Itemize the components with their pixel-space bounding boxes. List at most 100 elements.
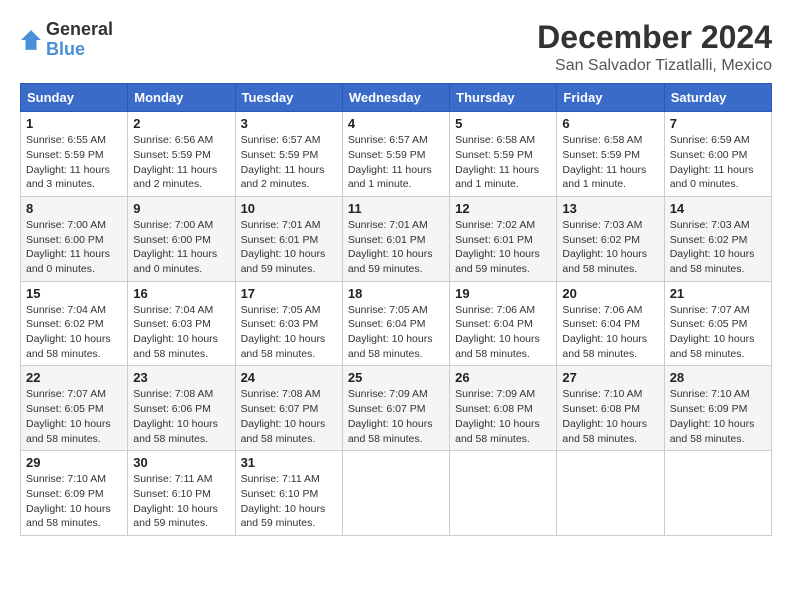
calendar-cell: 1 Sunrise: 6:55 AM Sunset: 5:59 PM Daylig…: [21, 112, 128, 197]
calendar-cell: 7 Sunrise: 6:59 AM Sunset: 6:00 PM Daylig…: [664, 112, 771, 197]
calendar-cell: 6 Sunrise: 6:58 AM Sunset: 5:59 PM Daylig…: [557, 112, 664, 197]
col-monday: Monday: [128, 84, 235, 112]
calendar-week-row: 22Sunrise: 7:07 AM Sunset: 6:05 PM Dayli…: [21, 366, 772, 451]
calendar-cell: 19Sunrise: 7:06 AM Sunset: 6:04 PM Dayli…: [450, 281, 557, 366]
day-number: 19: [455, 286, 551, 301]
day-number: 6: [562, 116, 658, 131]
day-number: 29: [26, 455, 122, 470]
calendar-cell: 23Sunrise: 7:08 AM Sunset: 6:06 PM Dayli…: [128, 366, 235, 451]
calendar-cell: 20Sunrise: 7:06 AM Sunset: 6:04 PM Dayli…: [557, 281, 664, 366]
day-number: 17: [241, 286, 337, 301]
calendar-week-row: 15 Sunrise: 7:04 AM Sunset: 6:02 PM Dayli…: [21, 281, 772, 366]
day-info: Sunrise: 6:59 AM Sunset: 6:00 PM Dayligh…: [670, 133, 766, 192]
day-number: 11: [348, 201, 444, 216]
calendar-cell: 17 Sunrise: 7:05 AM Sunset: 6:03 PM Dayli…: [235, 281, 342, 366]
day-info: Sunrise: 7:04 AM Sunset: 6:03 PM Dayligh…: [133, 303, 229, 362]
day-info: Sunrise: 7:01 AM Sunset: 6:01 PM Dayligh…: [241, 218, 337, 277]
day-number: 24: [241, 370, 337, 385]
calendar-cell: 29 Sunrise: 7:10 AM Sunset: 6:09 PM Dayli…: [21, 451, 128, 536]
day-number: 18: [348, 286, 444, 301]
day-number: 9: [133, 201, 229, 216]
day-info: Sunrise: 6:58 AM Sunset: 5:59 PM Dayligh…: [562, 133, 658, 192]
calendar-cell: 28 Sunrise: 7:10 AM Sunset: 6:09 PM Dayli…: [664, 366, 771, 451]
calendar-cell: 18 Sunrise: 7:05 AM Sunset: 6:04 PM Dayli…: [342, 281, 449, 366]
day-info: Sunrise: 7:11 AM Sunset: 6:10 PM Dayligh…: [241, 472, 337, 531]
day-number: 27: [562, 370, 658, 385]
col-thursday: Thursday: [450, 84, 557, 112]
day-info: Sunrise: 7:10 AM Sunset: 6:09 PM Dayligh…: [670, 387, 766, 446]
day-info: Sunrise: 7:02 AM Sunset: 6:01 PM Dayligh…: [455, 218, 551, 277]
day-number: 26: [455, 370, 551, 385]
calendar-cell: [557, 451, 664, 536]
calendar-cell: 15 Sunrise: 7:04 AM Sunset: 6:02 PM Dayli…: [21, 281, 128, 366]
col-sunday: Sunday: [21, 84, 128, 112]
calendar-week-row: 29 Sunrise: 7:10 AM Sunset: 6:09 PM Dayli…: [21, 451, 772, 536]
day-number: 23: [133, 370, 229, 385]
calendar-cell: 14 Sunrise: 7:03 AM Sunset: 6:02 PM Dayli…: [664, 196, 771, 281]
day-number: 14: [670, 201, 766, 216]
calendar-cell: 10 Sunrise: 7:01 AM Sunset: 6:01 PM Dayli…: [235, 196, 342, 281]
day-number: 31: [241, 455, 337, 470]
day-number: 15: [26, 286, 122, 301]
logo-icon: [20, 29, 42, 51]
calendar-week-row: 8 Sunrise: 7:00 AM Sunset: 6:00 PM Daylig…: [21, 196, 772, 281]
day-number: 8: [26, 201, 122, 216]
day-number: 4: [348, 116, 444, 131]
calendar-table: Sunday Monday Tuesday Wednesday Thursday…: [20, 83, 772, 536]
day-info: Sunrise: 6:57 AM Sunset: 5:59 PM Dayligh…: [241, 133, 337, 192]
day-info: Sunrise: 7:01 AM Sunset: 6:01 PM Dayligh…: [348, 218, 444, 277]
day-info: Sunrise: 7:00 AM Sunset: 6:00 PM Dayligh…: [26, 218, 122, 277]
logo-blue: Blue: [46, 40, 113, 60]
calendar-cell: 26 Sunrise: 7:09 AM Sunset: 6:08 PM Dayli…: [450, 366, 557, 451]
day-info: Sunrise: 7:08 AM Sunset: 6:07 PM Dayligh…: [241, 387, 337, 446]
calendar-week-row: 1 Sunrise: 6:55 AM Sunset: 5:59 PM Daylig…: [21, 112, 772, 197]
day-number: 1: [26, 116, 122, 131]
day-info: Sunrise: 6:58 AM Sunset: 5:59 PM Dayligh…: [455, 133, 551, 192]
calendar-cell: [450, 451, 557, 536]
calendar-cell: [664, 451, 771, 536]
location-title: San Salvador Tizatlalli, Mexico: [537, 57, 772, 75]
calendar-cell: 31 Sunrise: 7:11 AM Sunset: 6:10 PM Dayli…: [235, 451, 342, 536]
day-info: Sunrise: 7:07 AM Sunset: 6:05 PM Dayligh…: [670, 303, 766, 362]
day-info: Sunrise: 7:04 AM Sunset: 6:02 PM Dayligh…: [26, 303, 122, 362]
day-info: Sunrise: 7:00 AM Sunset: 6:00 PM Dayligh…: [133, 218, 229, 277]
calendar-cell: 12 Sunrise: 7:02 AM Sunset: 6:01 PM Dayli…: [450, 196, 557, 281]
day-info: Sunrise: 7:10 AM Sunset: 6:09 PM Dayligh…: [26, 472, 122, 531]
day-number: 25: [348, 370, 444, 385]
calendar-cell: 24 Sunrise: 7:08 AM Sunset: 6:07 PM Dayli…: [235, 366, 342, 451]
day-info: Sunrise: 7:09 AM Sunset: 6:08 PM Dayligh…: [455, 387, 551, 446]
col-tuesday: Tuesday: [235, 84, 342, 112]
day-info: Sunrise: 6:55 AM Sunset: 5:59 PM Dayligh…: [26, 133, 122, 192]
day-info: Sunrise: 7:05 AM Sunset: 6:03 PM Dayligh…: [241, 303, 337, 362]
day-number: 7: [670, 116, 766, 131]
calendar-cell: 4Sunrise: 6:57 AM Sunset: 5:59 PM Daylig…: [342, 112, 449, 197]
calendar-cell: 8 Sunrise: 7:00 AM Sunset: 6:00 PM Daylig…: [21, 196, 128, 281]
logo: General Blue: [20, 20, 113, 60]
title-area: December 2024 San Salvador Tizatlalli, M…: [537, 20, 772, 75]
day-number: 10: [241, 201, 337, 216]
day-number: 28: [670, 370, 766, 385]
day-info: Sunrise: 7:10 AM Sunset: 6:08 PM Dayligh…: [562, 387, 658, 446]
calendar-cell: [342, 451, 449, 536]
day-info: Sunrise: 7:05 AM Sunset: 6:04 PM Dayligh…: [348, 303, 444, 362]
day-number: 3: [241, 116, 337, 131]
day-info: Sunrise: 7:03 AM Sunset: 6:02 PM Dayligh…: [670, 218, 766, 277]
day-number: 16: [133, 286, 229, 301]
day-info: Sunrise: 7:07 AM Sunset: 6:05 PM Dayligh…: [26, 387, 122, 446]
day-number: 5: [455, 116, 551, 131]
day-info: Sunrise: 7:03 AM Sunset: 6:02 PM Dayligh…: [562, 218, 658, 277]
page-header: General Blue December 2024 San Salvador …: [20, 20, 772, 75]
day-info: Sunrise: 7:11 AM Sunset: 6:10 PM Dayligh…: [133, 472, 229, 531]
day-number: 12: [455, 201, 551, 216]
calendar-cell: 30 Sunrise: 7:11 AM Sunset: 6:10 PM Dayli…: [128, 451, 235, 536]
month-title: December 2024: [537, 20, 772, 55]
day-number: 30: [133, 455, 229, 470]
calendar-cell: 16 Sunrise: 7:04 AM Sunset: 6:03 PM Dayli…: [128, 281, 235, 366]
calendar-cell: 3 Sunrise: 6:57 AM Sunset: 5:59 PM Daylig…: [235, 112, 342, 197]
calendar-cell: 27 Sunrise: 7:10 AM Sunset: 6:08 PM Dayli…: [557, 366, 664, 451]
calendar-cell: 11 Sunrise: 7:01 AM Sunset: 6:01 PM Dayli…: [342, 196, 449, 281]
col-wednesday: Wednesday: [342, 84, 449, 112]
calendar-cell: 13 Sunrise: 7:03 AM Sunset: 6:02 PM Dayli…: [557, 196, 664, 281]
day-number: 13: [562, 201, 658, 216]
calendar-cell: 5 Sunrise: 6:58 AM Sunset: 5:59 PM Daylig…: [450, 112, 557, 197]
